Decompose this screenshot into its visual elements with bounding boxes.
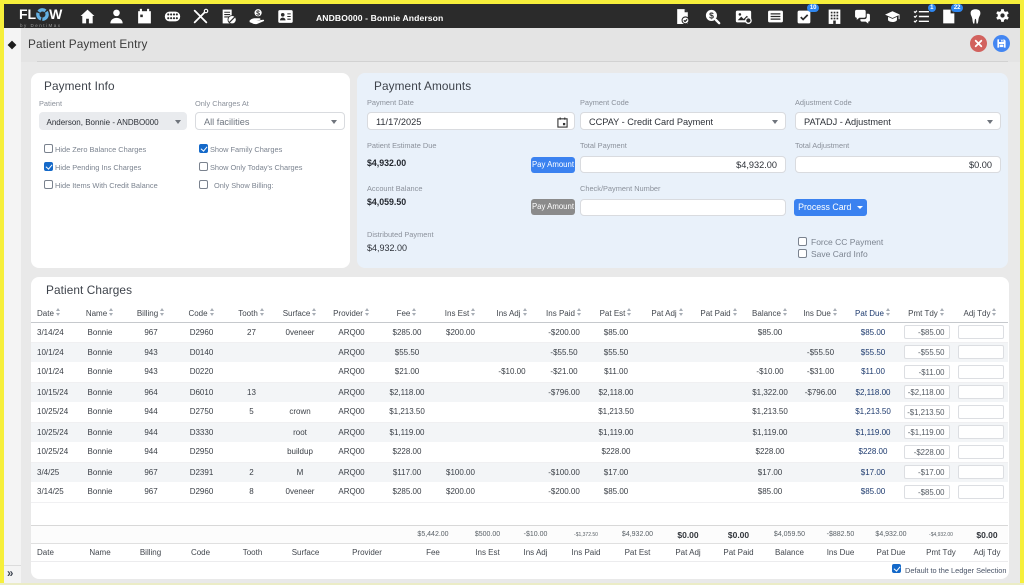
- svg-text:$: $: [709, 10, 714, 20]
- svg-text:$: $: [256, 10, 260, 17]
